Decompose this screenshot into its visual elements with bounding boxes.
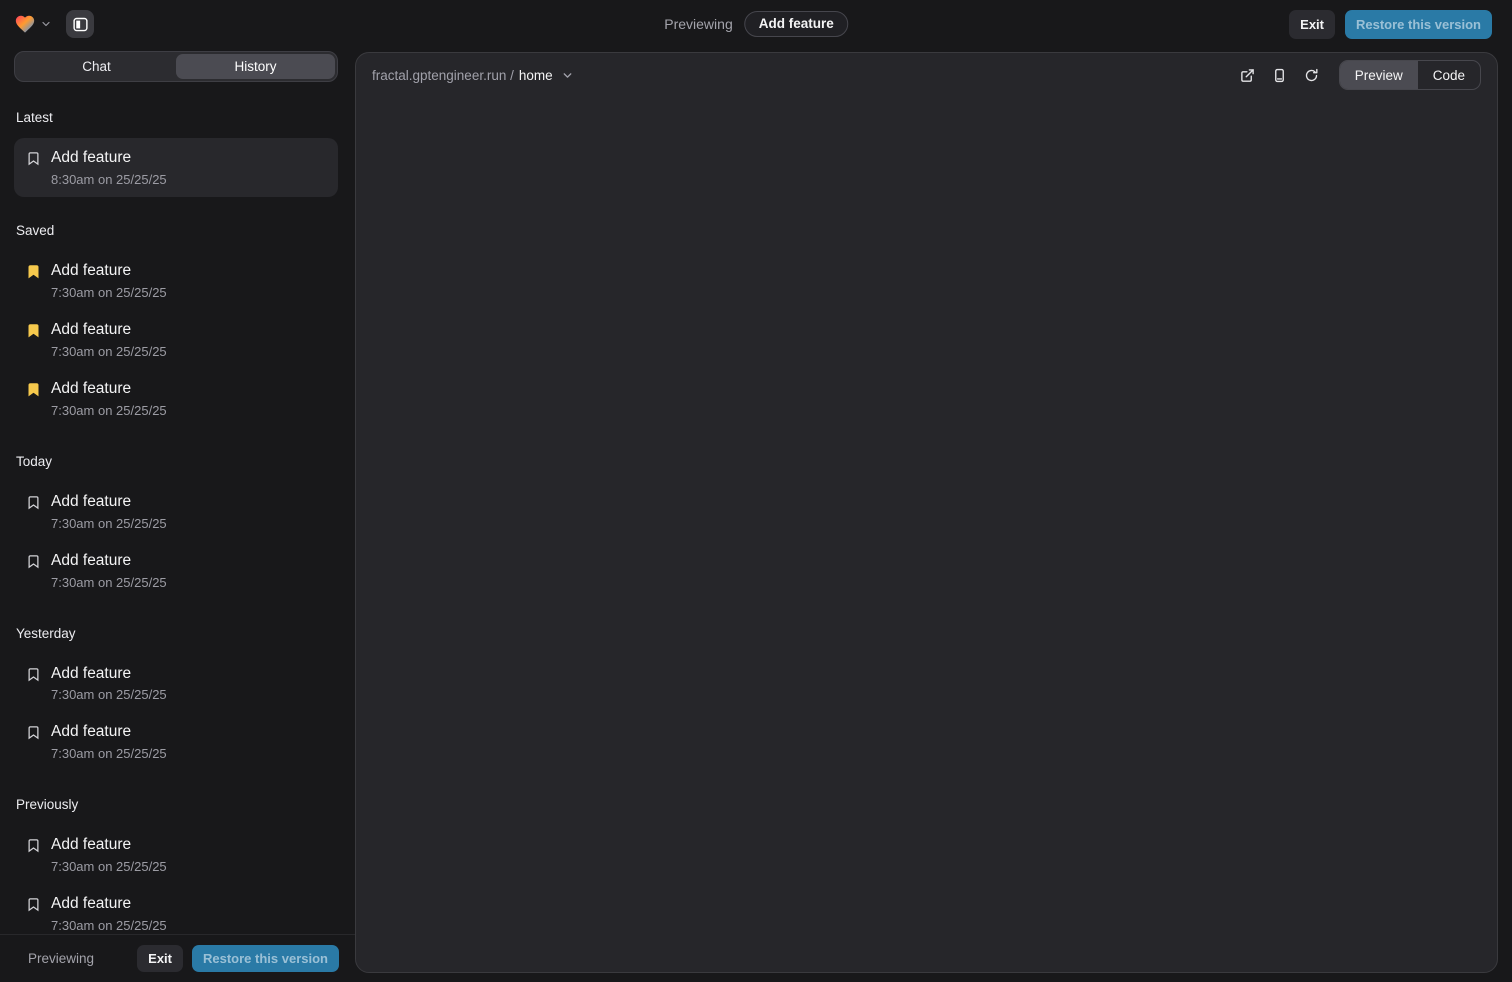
history-item-title: Add feature [51,261,167,282]
bookmark-icon [26,323,41,338]
open-external-button[interactable] [1235,62,1261,88]
preview-panel: fractal.gptengineer.run / home [355,52,1498,973]
preview-header: fractal.gptengineer.run / home [356,53,1497,97]
topbar: Previewing Add feature Exit Restore this… [0,0,1512,48]
app-logo-menu[interactable] [14,13,52,35]
history-item-title: Add feature [51,492,167,513]
history-item-title: Add feature [51,722,167,743]
url-prefix: fractal.gptengineer.run / [372,68,514,83]
previewing-label: Previewing [664,16,732,32]
history-section: Previously Add feature 7:30am on 25/25/2… [14,797,338,934]
history-section: Latest Add feature 8:30am on 25/25/25 [14,110,338,197]
history-item-timestamp: 7:30am on 25/25/25 [51,344,167,359]
section-header: Previously [16,797,338,812]
section-items: Add feature 8:30am on 25/25/25 [14,138,338,197]
tab-preview[interactable]: Preview [1340,61,1418,89]
history-item-title: Add feature [51,894,167,915]
bookmark-icon [26,838,41,853]
history-item[interactable]: Add feature 8:30am on 25/25/25 [14,138,338,197]
bookmark-icon [26,264,41,279]
section-header: Saved [16,223,338,238]
section-items: Add feature 7:30am on 25/25/25 Add featu… [14,654,338,772]
history-section: Today Add feature 7:30am on 25/25/25 Add… [14,454,338,600]
history-item[interactable]: Add feature 7:30am on 25/25/25 [14,369,338,428]
history-item-title: Add feature [51,551,167,572]
history-item[interactable]: Add feature 7:30am on 25/25/25 [14,884,338,934]
version-badge[interactable]: Add feature [745,11,848,37]
history-item-timestamp: 7:30am on 25/25/25 [51,687,167,702]
history-item[interactable]: Add feature 7:30am on 25/25/25 [14,251,338,310]
section-header: Latest [16,110,338,125]
history-item-timestamp: 7:30am on 25/25/25 [51,285,167,300]
section-items: Add feature 7:30am on 25/25/25 Add featu… [14,482,338,600]
url-page: home [519,68,553,83]
bookmark-icon [26,554,41,569]
history-item-timestamp: 7:30am on 25/25/25 [51,516,167,531]
bookmark-icon [26,725,41,740]
history-item-timestamp: 7:30am on 25/25/25 [51,575,167,590]
tab-code[interactable]: Code [1418,61,1480,89]
heart-logo-icon [14,13,36,35]
footer-exit-button[interactable]: Exit [137,945,183,972]
history-item-timestamp: 7:30am on 25/25/25 [51,403,167,418]
tab-chat[interactable]: Chat [17,54,176,79]
chevron-down-icon [561,69,574,82]
chevron-down-icon [40,18,52,30]
footer-previewing-label: Previewing [28,951,94,966]
bookmark-icon [26,667,41,682]
history-item-title: Add feature [51,835,167,856]
history-item-timestamp: 7:30am on 25/25/25 [51,746,167,761]
sidebar-toggle-button[interactable] [66,10,94,38]
history-item[interactable]: Add feature 7:30am on 25/25/25 [14,825,338,884]
history-item-title: Add feature [51,664,167,685]
history-item-title: Add feature [51,320,167,341]
external-link-icon [1240,68,1255,83]
bookmark-icon [26,495,41,510]
history-item-timestamp: 7:30am on 25/25/25 [51,918,167,933]
history-item[interactable]: Add feature 7:30am on 25/25/25 [14,654,338,713]
bookmark-icon [26,151,41,166]
bookmark-icon [26,382,41,397]
history-sidebar: Chat History Latest Add feature 8:30am o… [0,48,355,982]
history-section: Saved Add feature 7:30am on 25/25/25 Add… [14,223,338,428]
history-section: Yesterday Add feature 7:30am on 25/25/25… [14,626,338,772]
panel-left-icon [72,16,89,33]
section-items: Add feature 7:30am on 25/25/25 Add featu… [14,251,338,428]
history-list: Latest Add feature 8:30am on 25/25/25 Sa… [0,84,355,934]
url-selector[interactable]: fractal.gptengineer.run / home [372,68,574,83]
restore-version-button[interactable]: Restore this version [1345,10,1492,39]
smartphone-icon [1272,68,1287,83]
section-header: Yesterday [16,626,338,641]
section-items: Add feature 7:30am on 25/25/25 Add featu… [14,825,338,934]
history-item-title: Add feature [51,148,167,169]
preview-code-toggle: Preview Code [1339,60,1481,90]
history-item-timestamp: 7:30am on 25/25/25 [51,859,167,874]
tab-history[interactable]: History [176,54,335,79]
preview-viewport[interactable] [356,97,1497,972]
history-item[interactable]: Add feature 7:30am on 25/25/25 [14,712,338,771]
chat-history-tabs: Chat History [14,51,338,82]
history-item-title: Add feature [51,379,167,400]
exit-button[interactable]: Exit [1289,10,1335,39]
refresh-icon [1304,68,1319,83]
sidebar-footer: Previewing Exit Restore this version [0,934,355,982]
footer-restore-version-button[interactable]: Restore this version [192,945,339,972]
history-item[interactable]: Add feature 7:30am on 25/25/25 [14,541,338,600]
section-header: Today [16,454,338,469]
refresh-button[interactable] [1299,62,1325,88]
history-item[interactable]: Add feature 7:30am on 25/25/25 [14,310,338,369]
bookmark-icon [26,897,41,912]
mobile-view-button[interactable] [1267,62,1293,88]
history-item-timestamp: 8:30am on 25/25/25 [51,172,167,187]
history-item[interactable]: Add feature 7:30am on 25/25/25 [14,482,338,541]
